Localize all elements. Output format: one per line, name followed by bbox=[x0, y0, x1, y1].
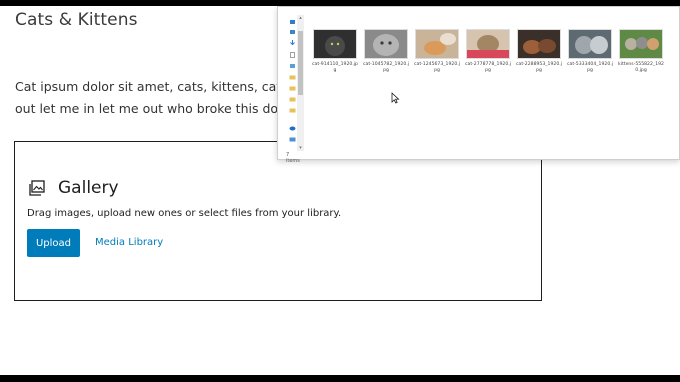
thumbnail-image bbox=[364, 29, 408, 59]
file-item[interactable]: cat-5333404_1920.jpg bbox=[567, 29, 613, 74]
thumbnail-image bbox=[313, 29, 357, 59]
bottom-border bbox=[0, 375, 680, 382]
folder-icon[interactable] bbox=[289, 85, 296, 91]
downloads-icon[interactable] bbox=[289, 40, 296, 46]
file-name: cat-2288953_1920.jpg bbox=[516, 62, 562, 73]
scroll-up-arrow-icon[interactable]: ▴ bbox=[297, 15, 304, 21]
paragraph-block[interactable]: Cat ipsum dolor sit amet, cats, kittens,… bbox=[15, 76, 277, 120]
file-item[interactable]: kittens-555822_1920.jpg bbox=[618, 29, 664, 74]
file-name: cat-2778778_1920.jpg bbox=[465, 62, 511, 73]
file-name: cat-1045782_1920.jpg bbox=[363, 62, 409, 73]
file-name: kittens-555822_1920.jpg bbox=[618, 62, 664, 73]
media-library-button[interactable]: Media Library bbox=[95, 229, 163, 257]
scrollbar[interactable]: ▴ ▾ bbox=[297, 15, 304, 151]
file-explorer-window[interactable]: ▴ ▾ 7 items cat-914110_1920.jpg cat-1045… bbox=[277, 6, 680, 164]
folder-icon[interactable] bbox=[289, 107, 296, 113]
gallery-icon bbox=[29, 180, 45, 196]
file-name: cat-914110_1920.jpg bbox=[312, 62, 358, 73]
folder-icon[interactable] bbox=[289, 74, 296, 80]
file-item[interactable]: cat-1245673_1920.jpg bbox=[414, 29, 460, 74]
onedrive-icon[interactable] bbox=[289, 125, 296, 131]
item-count-status: 7 items bbox=[286, 152, 300, 164]
file-item[interactable]: cat-1045782_1920.jpg bbox=[363, 29, 409, 74]
scroll-thumb[interactable] bbox=[298, 31, 303, 95]
thumbnail-image bbox=[517, 29, 561, 59]
post-title[interactable]: Cats & Kittens bbox=[15, 10, 138, 30]
paragraph-line: Cat ipsum dolor sit amet, cats, kittens,… bbox=[15, 79, 277, 94]
pictures-icon[interactable] bbox=[289, 63, 296, 69]
gallery-block[interactable]: Gallery Drag images, upload new ones or … bbox=[14, 141, 542, 301]
file-item[interactable]: cat-2288953_1920.jpg bbox=[516, 29, 562, 74]
file-name: cat-5333404_1920.jpg bbox=[567, 62, 613, 73]
thumbnail-image bbox=[619, 29, 663, 59]
folder-icon[interactable] bbox=[289, 96, 296, 102]
gallery-title: Gallery bbox=[58, 178, 119, 198]
scroll-down-arrow-icon[interactable]: ▾ bbox=[297, 145, 304, 151]
upload-button[interactable]: Upload bbox=[27, 229, 80, 257]
gallery-header: Gallery bbox=[29, 176, 119, 200]
thumbnail-image bbox=[415, 29, 459, 59]
gallery-instructions: Drag images, upload new ones or select f… bbox=[27, 208, 342, 219]
thumbnail-image bbox=[466, 29, 510, 59]
file-item[interactable]: cat-914110_1920.jpg bbox=[312, 29, 358, 74]
paragraph-line: out let me in let me out who broke this … bbox=[15, 101, 277, 116]
thumbnail-image bbox=[568, 29, 612, 59]
file-item[interactable]: cat-2778778_1920.jpg bbox=[465, 29, 511, 74]
mouse-cursor-icon bbox=[391, 92, 400, 104]
navigation-pane: ▴ ▾ 7 items bbox=[278, 7, 304, 164]
file-name: cat-1245673_1920.jpg bbox=[414, 62, 460, 73]
quick-access-icon[interactable] bbox=[289, 19, 296, 25]
desktop-icon[interactable] bbox=[289, 29, 296, 35]
documents-icon[interactable] bbox=[289, 52, 296, 58]
this-pc-icon[interactable] bbox=[289, 137, 296, 143]
